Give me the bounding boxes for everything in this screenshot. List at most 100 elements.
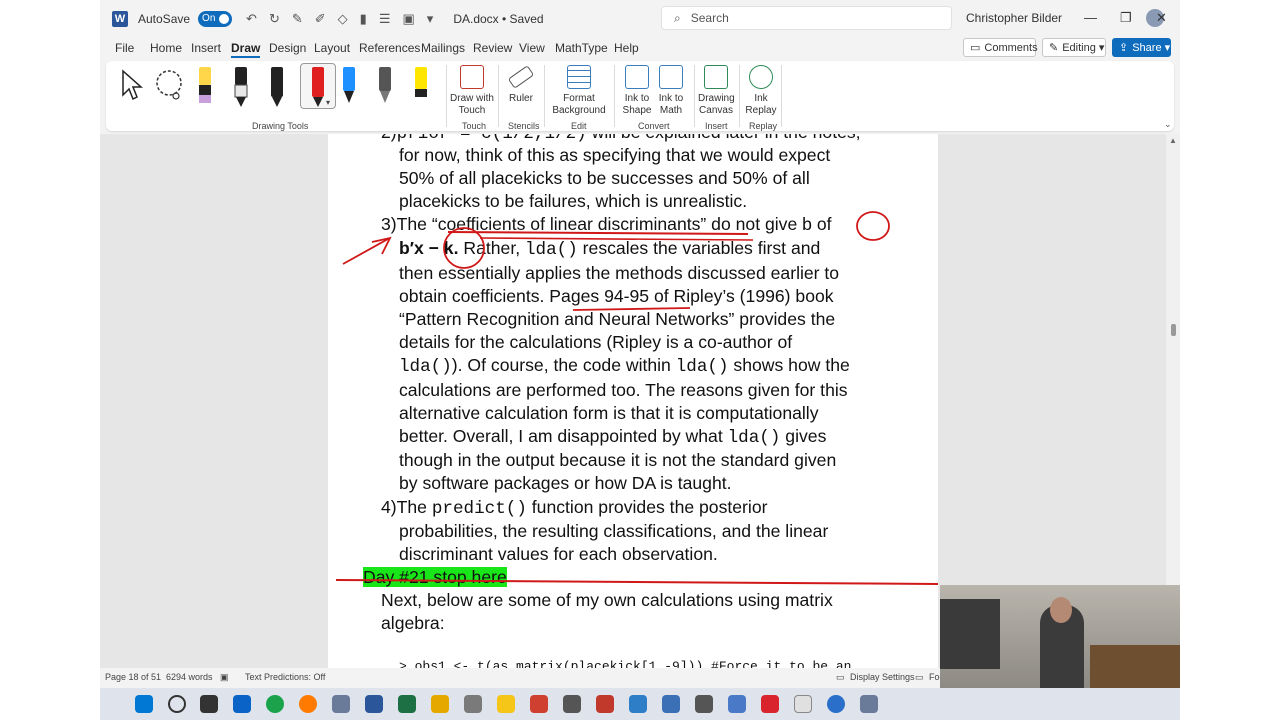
document-title[interactable]: DA.docx • Saved [453, 12, 543, 26]
monitor-shape [940, 599, 1000, 669]
autosave-toggle[interactable]: On [198, 10, 233, 27]
scrollbar-thumb[interactable] [1171, 324, 1176, 336]
proofing-icon[interactable]: ▣ [220, 672, 229, 683]
ink-to-math-button[interactable]: Ink to Math [654, 65, 688, 117]
tab-layout[interactable]: Layout [314, 41, 350, 55]
webcam-overlay [940, 585, 1180, 688]
tab-help[interactable]: Help [614, 41, 639, 55]
tab-insert[interactable]: Insert [191, 41, 221, 55]
ink-to-shape-button[interactable]: Ink to Shape [620, 65, 654, 117]
chevron-down-icon[interactable]: ▾ [326, 98, 330, 107]
app-icon[interactable] [695, 695, 713, 713]
display-settings[interactable]: Display Settings [850, 672, 915, 682]
share-button[interactable]: ⇪ Share ▾ [1112, 38, 1171, 57]
draw-with-touch-button[interactable]: Draw with Touch [450, 65, 494, 117]
draw-with-touch-label: Draw with Touch [450, 93, 494, 116]
outlook-icon[interactable] [233, 695, 251, 713]
format-background-label: Format Background [552, 93, 606, 116]
ruler-button[interactable]: Ruler [503, 65, 539, 105]
tab-draw[interactable]: Draw [231, 41, 261, 58]
tab-home[interactable]: Home [150, 41, 182, 55]
chevron-down-icon: ▾ [1164, 42, 1171, 54]
list-icon[interactable]: ☰ [379, 11, 391, 27]
windows-start-icon[interactable] [135, 695, 153, 713]
group-stencils: Stencils [508, 121, 540, 131]
podium-shape [1090, 645, 1180, 688]
highlighter-pen-icon[interactable] [194, 65, 216, 109]
excel-icon[interactable] [398, 695, 416, 713]
ink-to-shape-icon [625, 65, 649, 89]
pens-icon[interactable]: ▮ [360, 11, 367, 27]
chevron-down-icon[interactable]: ⌄ [1164, 119, 1172, 130]
tab-file[interactable]: File [115, 41, 134, 55]
format-background-button[interactable]: Format Background [548, 65, 610, 117]
text-predictions[interactable]: Text Predictions: Off [245, 672, 325, 682]
pen-black-icon[interactable] [266, 65, 288, 109]
touch-icon [460, 65, 484, 89]
tab-references[interactable]: References [359, 41, 420, 55]
ruler-icon [507, 65, 535, 89]
separator [498, 65, 499, 127]
chevron-down-icon: ▾ [1098, 42, 1105, 54]
ink-to-math-label: Ink to Math [658, 93, 684, 116]
folder-icon[interactable] [497, 695, 515, 713]
pen-a-icon[interactable] [230, 65, 252, 109]
pen-blue-icon[interactable] [338, 65, 360, 109]
task-view-icon[interactable] [200, 695, 218, 713]
editing-button[interactable]: ✎ Editing ▾ [1042, 38, 1106, 57]
highlighter-yellow-icon[interactable] [410, 65, 432, 109]
comments-button[interactable]: ▭ Comments [963, 38, 1038, 57]
search-box[interactable]: ⌕ Search [661, 6, 952, 30]
ink-replay-button[interactable]: Ink Replay [744, 65, 778, 117]
restore-button[interactable]: ❐ [1120, 10, 1132, 26]
scroll-up-icon[interactable]: ▲ [1169, 136, 1177, 145]
app-icon[interactable] [563, 695, 581, 713]
app-icon[interactable] [728, 695, 746, 713]
pen-icon[interactable]: ✎ [292, 11, 303, 27]
r-icon[interactable] [332, 695, 350, 713]
tab-mailings[interactable]: Mailings [421, 41, 465, 55]
lasso-select-icon[interactable] [154, 69, 186, 101]
word-count[interactable]: 6294 words [166, 672, 213, 682]
r-icon[interactable] [860, 695, 878, 713]
ribbon: ▾ Drawing Tools Draw with Touch Touch Ru… [106, 61, 1174, 131]
tab-mathtype[interactable]: MathType [555, 41, 608, 55]
redo-icon[interactable]: ↻ [269, 11, 280, 27]
chrome-icon[interactable] [266, 695, 284, 713]
app-icon[interactable] [629, 695, 647, 713]
autosave-label: AutoSave [138, 11, 191, 26]
tab-design[interactable]: Design [269, 41, 306, 55]
tab-view[interactable]: View [519, 41, 545, 55]
app-icon[interactable] [662, 695, 680, 713]
highlighter-icon[interactable]: ✐ [315, 11, 326, 27]
ink-replay-label: Ink Replay [745, 93, 777, 116]
pencil-icon[interactable] [374, 65, 396, 109]
app-icon[interactable] [761, 695, 779, 713]
drawing-canvas-button[interactable]: Drawing Canvas [698, 65, 735, 117]
focus-icon[interactable]: ▭ [915, 672, 924, 683]
search-icon[interactable] [168, 695, 186, 713]
select-pointer-icon[interactable] [120, 69, 144, 103]
code-line: > obs1 <- t(as.matrix(placekick[1,-9])) … [399, 659, 852, 668]
tab-review[interactable]: Review [473, 41, 512, 55]
group-convert: Convert [638, 121, 670, 131]
customize-icon[interactable]: ▾ [427, 11, 434, 27]
close-button[interactable]: ✕ [1156, 10, 1167, 26]
display-icon[interactable]: ▭ [836, 672, 845, 683]
firefox-icon[interactable] [299, 695, 317, 713]
powerpoint-icon[interactable] [596, 695, 614, 713]
undo-icon[interactable]: ↶ [246, 11, 257, 27]
eraser-icon[interactable]: ◇ [338, 11, 348, 27]
notepad-icon[interactable] [464, 695, 482, 713]
group-replay: Replay [749, 121, 778, 131]
separator [544, 65, 545, 127]
word-icon[interactable] [365, 695, 383, 713]
save-icon[interactable]: ▣ [402, 11, 414, 27]
minimize-button[interactable]: — [1084, 10, 1097, 25]
acrobat-icon[interactable] [530, 695, 548, 713]
user-name[interactable]: Christopher Bilder [966, 11, 1062, 25]
chrome-alt-icon[interactable] [827, 695, 845, 713]
app-icon[interactable] [794, 695, 812, 713]
app-icon[interactable] [431, 695, 449, 713]
page-count[interactable]: Page 18 of 51 [105, 672, 161, 682]
